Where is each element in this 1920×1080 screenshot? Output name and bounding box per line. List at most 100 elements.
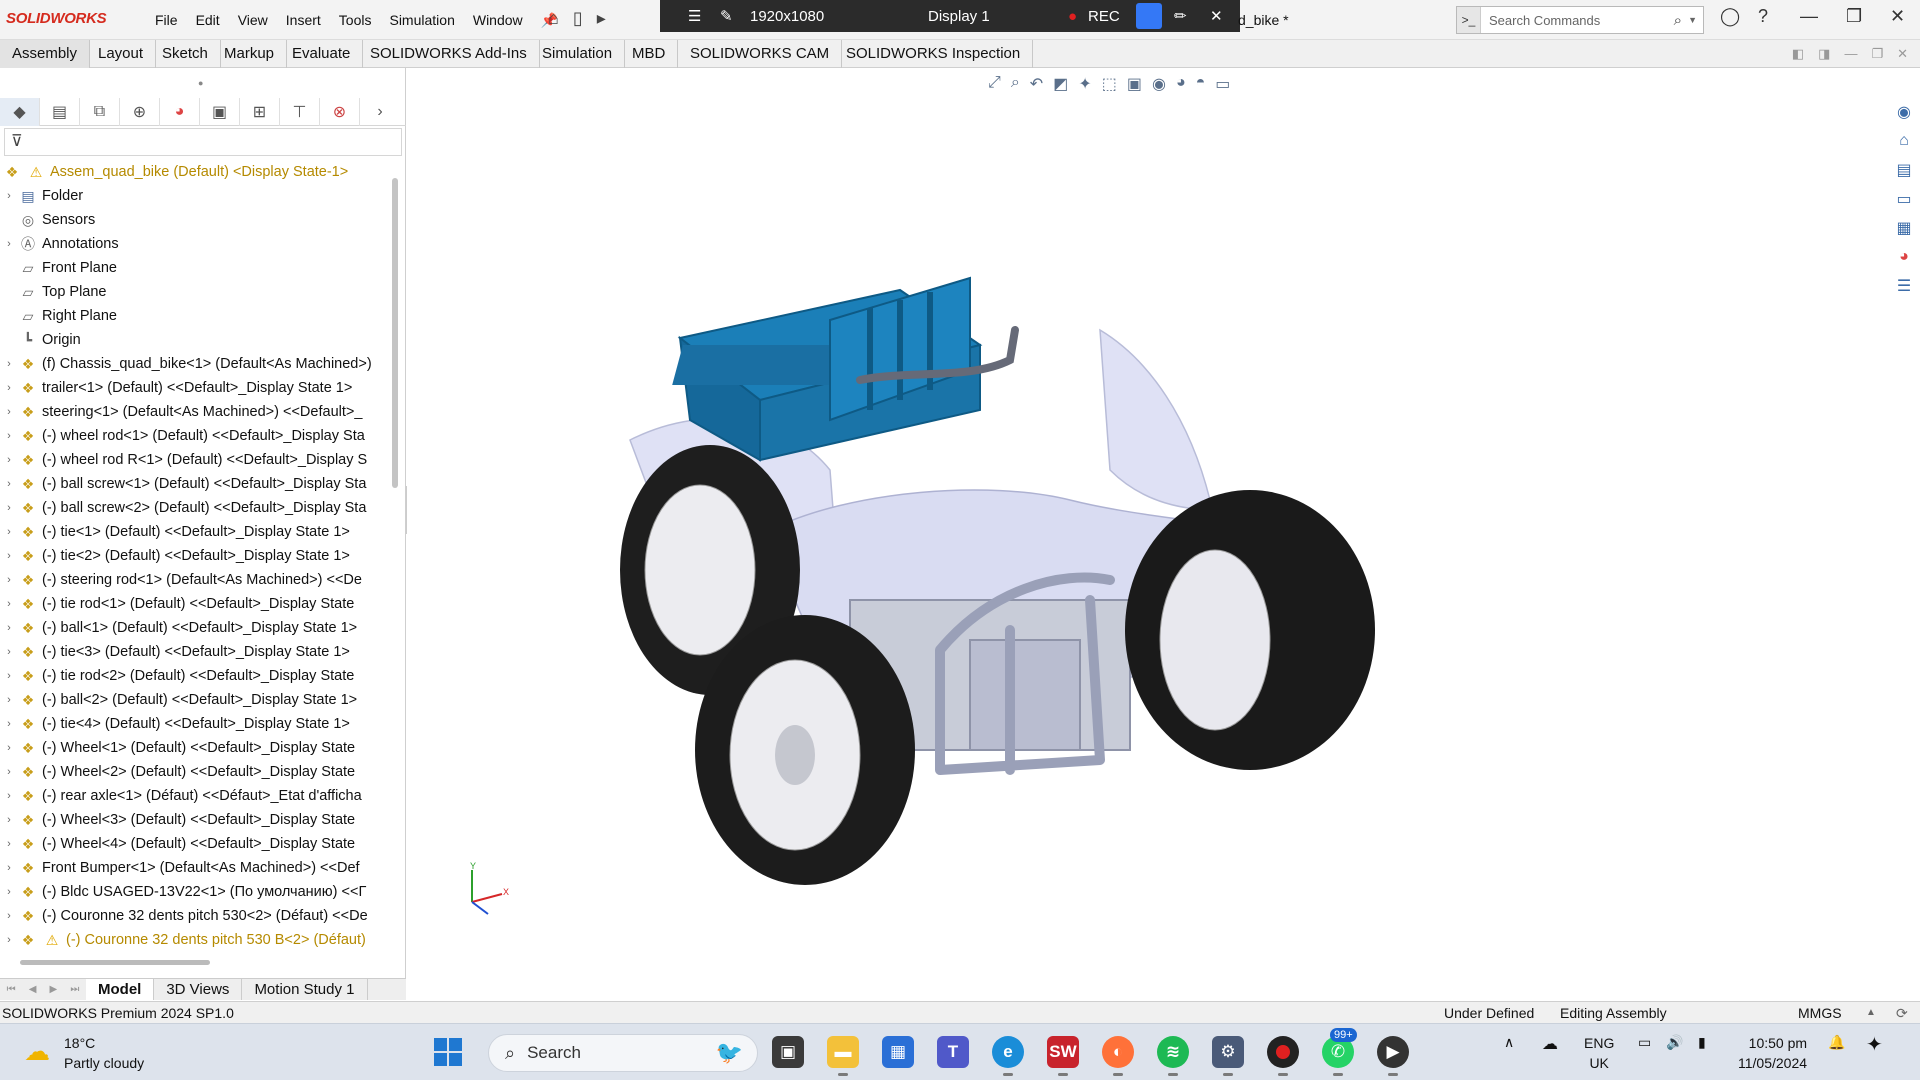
edit-appearance-icon[interactable]: ◕ <box>1176 74 1186 94</box>
expand-arrow-icon[interactable]: › <box>0 430 18 442</box>
tree-item[interactable]: › ❖ (-) rear axle<1> (Défaut) <<Défaut>_Et… <box>0 784 390 808</box>
expand-arrow-icon[interactable]: › <box>0 814 18 826</box>
media-player-icon[interactable]: ▶ <box>1377 1036 1409 1076</box>
pen-icon[interactable]: ✏ <box>1174 7 1187 25</box>
expand-arrow-icon[interactable]: › <box>0 670 18 682</box>
solidworks-resources-icon[interactable]: ◉ <box>1892 100 1916 124</box>
simulation-study-icon[interactable]: ⊗ <box>320 98 360 126</box>
expand-arrow-icon[interactable]: › <box>0 238 18 250</box>
camera-icon[interactable] <box>1136 3 1162 29</box>
units-chevron-icon[interactable]: ▲ <box>1866 1007 1876 1018</box>
rebuild-icon[interactable]: ⟳ <box>1896 1005 1908 1022</box>
doc-restore-icon[interactable]: ❐ <box>1871 46 1883 62</box>
expand-arrow-icon[interactable]: › <box>0 550 18 562</box>
tree-item[interactable]: › ❖ ⚠ (-) Couronne 32 dents pitch 530 B<2> … <box>0 928 390 952</box>
expand-arrow-icon[interactable]: › <box>0 646 18 658</box>
tree-item[interactable]: › ❖ (-) Wheel<1> (Default) <<Default>_Disp… <box>0 736 390 760</box>
tree-item[interactable]: › ❖ (-) tie<3> (Default) <<Default>_Displa… <box>0 640 390 664</box>
zoom-to-fit-icon[interactable]: ⤢ <box>988 74 1001 94</box>
tab-assembly[interactable]: Assembly <box>0 40 91 68</box>
tab-sketch[interactable]: Sketch <box>150 40 221 68</box>
units-status[interactable]: MMGS <box>1798 1005 1842 1021</box>
solidworks-app-icon[interactable]: SW <box>1047 1036 1079 1076</box>
view-orientation-icon[interactable]: ⬚ <box>1102 74 1117 94</box>
tab-model[interactable]: Model <box>86 979 155 1000</box>
dynamic-annotation-icon[interactable]: ✦ <box>1078 74 1091 94</box>
search-icon[interactable]: ⌕ <box>1668 12 1688 29</box>
tab-scroll-arrows[interactable]: ⏮ ◀ ▶ ⏭ <box>0 979 86 1000</box>
tree-item[interactable]: › ❖ (-) ball<1> (Default) <<Default>_Displ… <box>0 616 390 640</box>
tree-item[interactable]: ▱ Front Plane <box>0 256 390 280</box>
view-settings-icon[interactable]: ▭ <box>1215 74 1230 94</box>
expand-arrow-icon[interactable]: › <box>0 838 18 850</box>
tree-item[interactable]: › ❖ (-) tie rod<1> (Default) <<Default>_Di… <box>0 592 390 616</box>
zoom-to-area-icon[interactable]: ⌕ <box>1011 74 1020 94</box>
tab-simulation[interactable]: Simulation <box>530 40 626 68</box>
menu-window[interactable]: Window <box>464 12 532 29</box>
tree-item[interactable]: ▱ Right Plane <box>0 304 390 328</box>
tree-item[interactable]: › ❖ (-) tie<2> (Default) <<Default>_Displa… <box>0 544 390 568</box>
tree-item[interactable]: › ❖ (-) steering rod<1> (Default<As Machin… <box>0 568 390 592</box>
close-icon[interactable]: ✕ <box>1890 6 1905 27</box>
chevron-right-icon[interactable]: › <box>360 98 400 126</box>
partly-cloudy-icon[interactable]: ☁ <box>24 1036 50 1067</box>
expand-arrow-icon[interactable]: › <box>0 718 18 730</box>
tree-item[interactable]: › ❖ (-) ball<2> (Default) <<Default>_Displ… <box>0 688 390 712</box>
onedrive-icon[interactable]: ☁ <box>1542 1034 1558 1054</box>
doc-close-icon[interactable]: ✕ <box>1897 46 1908 62</box>
expand-arrow-icon[interactable]: › <box>0 934 18 946</box>
expand-arrow-icon[interactable]: › <box>0 790 18 802</box>
copilot-icon[interactable]: ✦ <box>1866 1032 1883 1057</box>
notification-bell-icon[interactable]: 🔔 <box>1828 1034 1845 1051</box>
file-explorer-icon[interactable]: ▭ <box>1892 187 1916 211</box>
edge-icon[interactable]: e <box>992 1036 1024 1076</box>
tree-item[interactable]: › ❖ (-) Wheel<4> (Default) <<Default>_Disp… <box>0 832 390 856</box>
tab-mbd[interactable]: MBD <box>620 40 679 68</box>
display-icon[interactable]: ▭ <box>1638 1034 1651 1051</box>
last-tab-icon[interactable]: ⏭ <box>70 984 79 995</box>
feature-manager-tab-icon[interactable]: ◆ <box>0 98 40 126</box>
home-icon[interactable]: ⌂ <box>548 8 559 29</box>
expand-arrow-icon[interactable]: › <box>0 862 18 874</box>
custom-properties-icon[interactable]: ☰ <box>1892 274 1916 298</box>
expand-arrow-icon[interactable]: › <box>0 766 18 778</box>
restore-icon[interactable]: ❐ <box>1846 6 1862 27</box>
record-button[interactable]: REC <box>1088 8 1120 25</box>
quad-bike-model[interactable] <box>590 270 1410 890</box>
tab-inspection[interactable]: SOLIDWORKS Inspection <box>834 40 1034 68</box>
display-manager-icon[interactable]: ◕ <box>160 98 200 126</box>
menu-view[interactable]: View <box>229 12 277 29</box>
show-hidden-icons[interactable]: ∧ <box>1504 1034 1514 1051</box>
expand-arrow-icon[interactable]: › <box>0 622 18 634</box>
cam-feature-tree-icon[interactable]: ▣ <box>200 98 240 126</box>
tree-item[interactable]: › ❖ (-) wheel rod<1> (Default) <<Default>_… <box>0 424 390 448</box>
tree-item[interactable]: › ❖ (-) ball screw<1> (Default) <<Default>… <box>0 472 390 496</box>
solidworks-logo[interactable]: SOLIDWORKS <box>6 10 107 27</box>
tree-item[interactable]: › ❖ (-) tie rod<2> (Default) <<Default>_Di… <box>0 664 390 688</box>
spotify-icon[interactable]: ≋ <box>1157 1036 1189 1076</box>
taskbar-search[interactable]: ⌕ Search 🐦 <box>488 1034 758 1072</box>
tree-item[interactable]: › ❖ trailer<1> (Default) <<Default>_Displa… <box>0 376 390 400</box>
file-explorer-app-icon[interactable]: ▬ <box>827 1036 859 1076</box>
battery-icon[interactable]: ▮ <box>1698 1034 1706 1051</box>
store-icon[interactable]: ▦ <box>882 1036 914 1068</box>
property-manager-icon[interactable]: ▤ <box>40 98 80 126</box>
appearances-icon[interactable]: ◕ <box>1892 245 1916 269</box>
obs-record-icon[interactable] <box>1267 1036 1299 1076</box>
expand-arrow-icon[interactable]: › <box>0 358 18 370</box>
tree-item[interactable]: › ❖ (-) ball screw<2> (Default) <<Default>… <box>0 496 390 520</box>
home-tab-icon[interactable]: ⌂ <box>1892 129 1916 153</box>
search-commands-input[interactable]: Search Commands <box>1481 13 1668 28</box>
section-view-icon[interactable]: ◩ <box>1053 74 1068 94</box>
tree-item[interactable]: › ❖ (-) Wheel<2> (Default) <<Default>_Disp… <box>0 760 390 784</box>
expand-arrow-icon[interactable]: › <box>0 526 18 538</box>
close-recorder-icon[interactable]: ✕ <box>1210 7 1223 25</box>
windows-start-icon[interactable] <box>434 1038 464 1068</box>
design-library-icon[interactable]: ▤ <box>1892 158 1916 182</box>
minimize-icon[interactable]: — <box>1800 6 1818 27</box>
tree-item[interactable]: › ❖ (-) wheel rod R<1> (Default) <<Default… <box>0 448 390 472</box>
help-icon[interactable]: ? <box>1758 6 1768 27</box>
tree-root[interactable]: ❖ ⚠ Assem_quad_bike (Default) <Display S… <box>0 160 390 184</box>
recorder-menu-icon[interactable]: ☰ <box>688 7 701 25</box>
tile-right-icon[interactable]: ◨ <box>1818 46 1830 62</box>
